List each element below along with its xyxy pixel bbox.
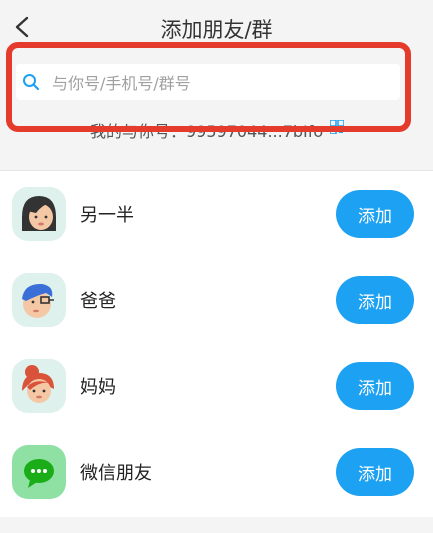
man-glasses-avatar-icon — [12, 273, 66, 327]
item-label: 微信朋友 — [80, 463, 152, 484]
list-item-wechat-friends: 微信朋友 添加 — [0, 429, 433, 515]
woman-avatar-icon — [12, 187, 66, 241]
add-button[interactable]: 添加 — [336, 448, 414, 496]
add-button[interactable]: 添加 — [336, 276, 414, 324]
item-label: 妈妈 — [80, 377, 116, 398]
add-button[interactable]: 添加 — [336, 190, 414, 238]
list-item-dad: 爸爸 添加 — [0, 257, 433, 343]
add-button[interactable]: 添加 — [336, 362, 414, 410]
page-title: 添加朋友/群 — [160, 18, 273, 42]
list-item-other-half: 另一半 添加 — [0, 171, 433, 257]
list-item-mom: 妈妈 添加 — [0, 343, 433, 429]
search-section: 我的与你号：99597044...7bIfo — [0, 56, 433, 150]
item-label: 另一半 — [80, 205, 134, 226]
search-input[interactable] — [50, 64, 384, 102]
item-label: 爸爸 — [80, 291, 116, 312]
wechat-icon — [12, 445, 66, 499]
search-icon — [23, 74, 40, 91]
search-box[interactable] — [16, 64, 400, 102]
qr-code-icon[interactable] — [330, 120, 344, 134]
bottom-spacer — [0, 517, 433, 533]
top-bar: 添加朋友/群 — [0, 0, 433, 56]
mom-avatar-icon — [12, 359, 66, 413]
contact-list: 另一半 添加 爸爸 添加 妈妈 添加 微信朋友 添加 — [0, 171, 433, 517]
my-id-text: 我的与你号：99597044...7bIfo — [90, 122, 324, 141]
